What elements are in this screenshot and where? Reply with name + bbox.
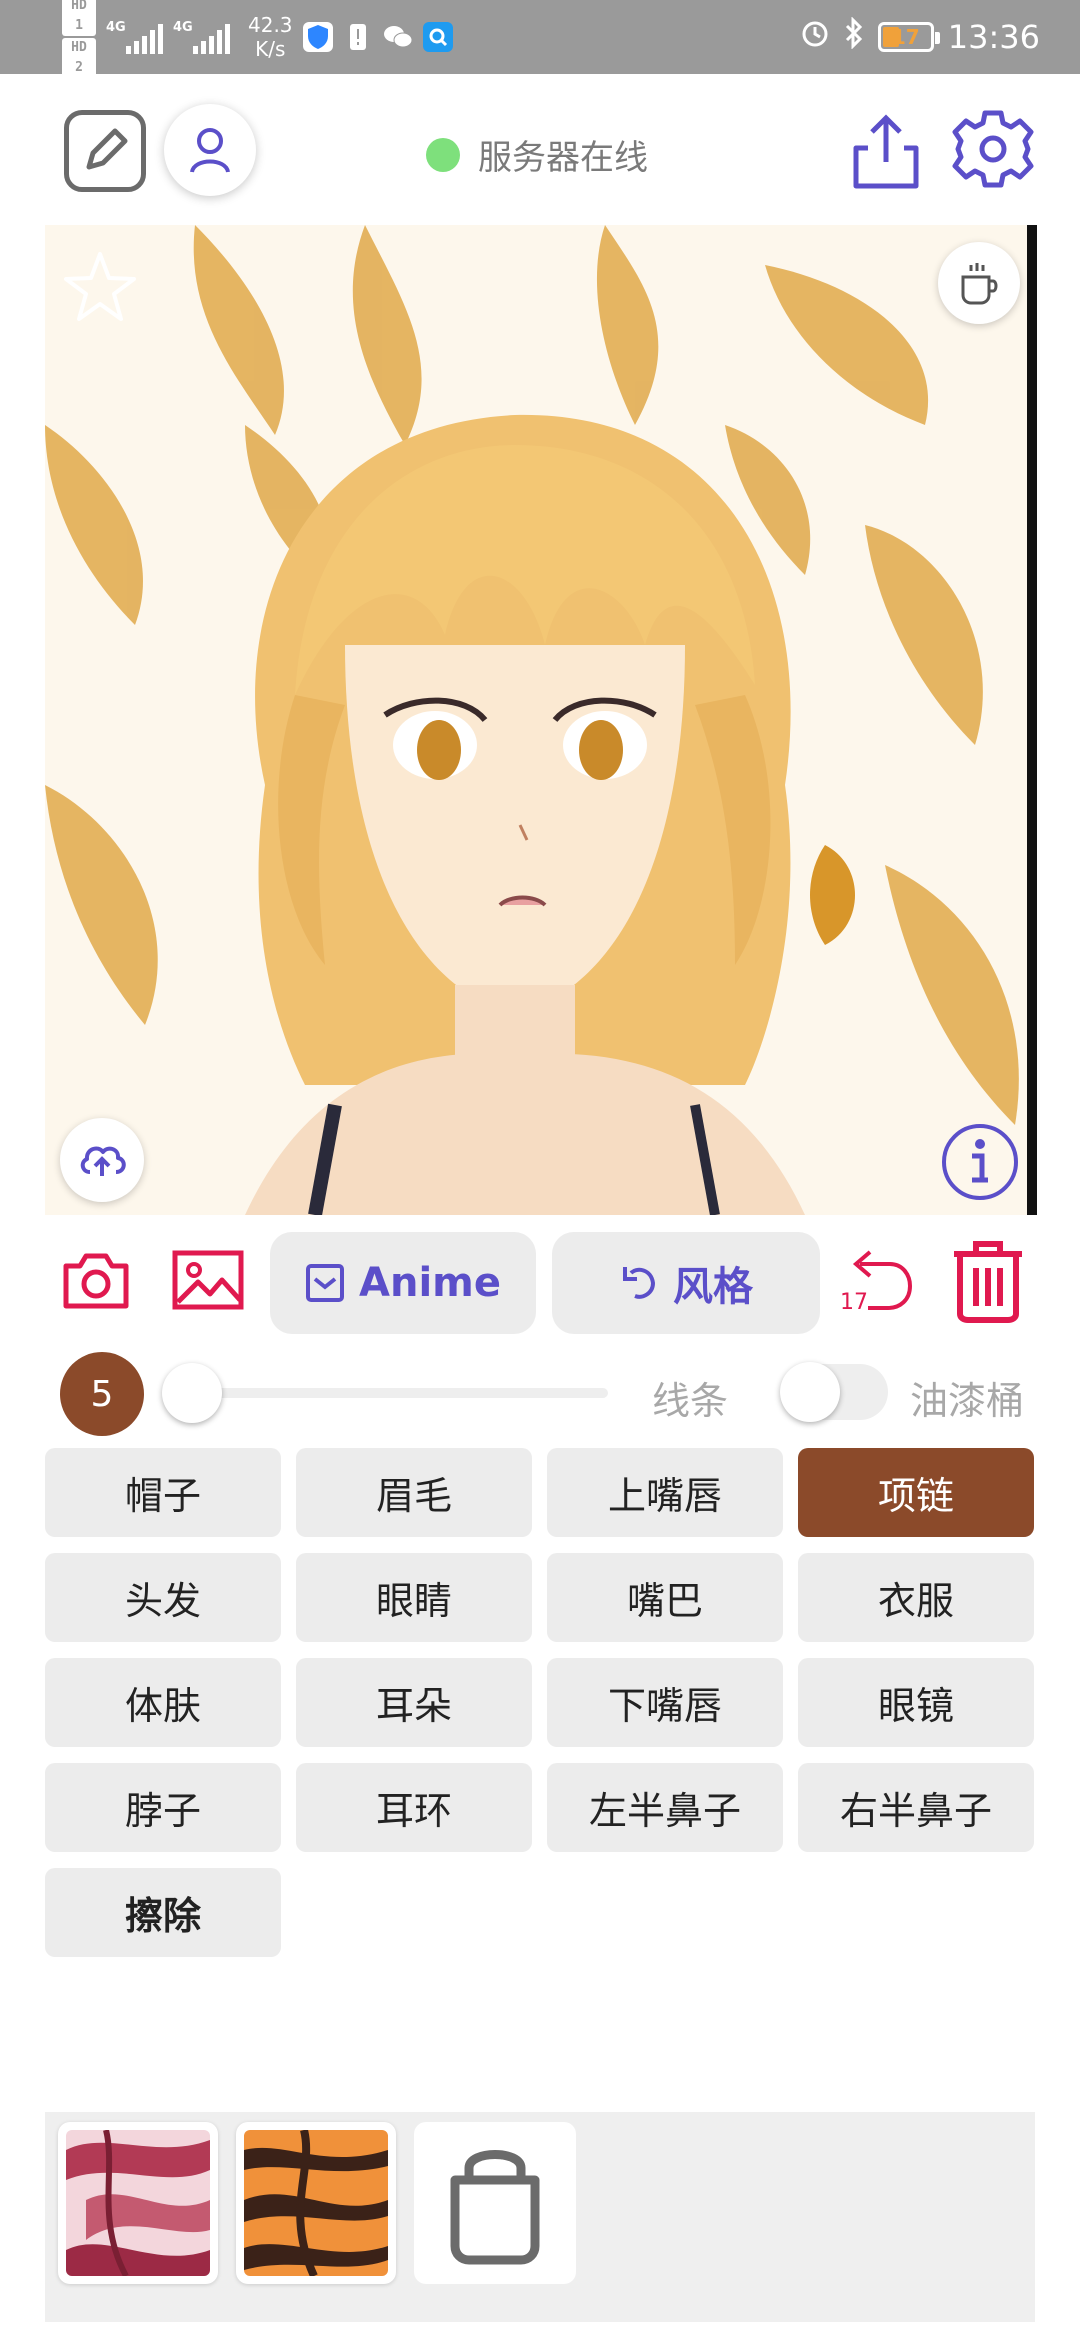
part-button-skin[interactable]: 体肤 [45,1658,281,1747]
user-icon [190,128,230,173]
share-icon [853,114,919,189]
cloud-upload-icon [80,1146,126,1176]
part-button-hair[interactable]: 头发 [45,1553,281,1642]
status-bar: HD 1 HD 2 4G 4G 42.3 K/s 17 13:36 [0,0,1080,78]
upload-button[interactable] [60,1118,144,1202]
server-status-label: 服务器在线 [478,138,648,178]
hd1-label: HD 1 [62,0,96,36]
paint-bucket-toggle[interactable] [780,1362,888,1422]
coffee-button[interactable] [938,242,1020,324]
line-mode-label: 线条 [652,1379,729,1423]
style-thumbnail-2 [244,2130,388,2276]
drawing-canvas[interactable] [45,225,1037,1215]
toggle-knob[interactable] [780,1362,840,1422]
signal-2-icon: 4G [173,20,230,54]
settings-button[interactable] [950,106,1036,192]
part-button-eyebrows[interactable]: 眉毛 [296,1448,532,1537]
style-thumbnail-1 [66,2130,210,2276]
part-button-erase[interactable]: 擦除 [45,1868,281,1957]
canvas-edge [1027,225,1037,1215]
part-button-upper-lip[interactable]: 上嘴唇 [547,1448,783,1537]
style-swatch-1[interactable] [58,2122,218,2284]
battery-level: 17 [891,25,920,49]
alert-icon [343,22,373,52]
part-button-necklace[interactable]: 项链 [798,1448,1034,1537]
part-button-lower-lip[interactable]: 下嘴唇 [547,1658,783,1747]
anime-label: Anime [359,1260,501,1306]
edit-sketch-button[interactable] [64,110,146,192]
hd2-label: HD 2 [62,38,96,78]
delete-button[interactable] [950,1240,1026,1324]
part-button-neck[interactable]: 脖子 [45,1763,281,1852]
part-selector-grid: 帽子 眉毛 上嘴唇 项链 头发 眼睛 嘴巴 衣服 体肤 耳朵 下嘴唇 眼镜 脖子… [45,1448,1035,1957]
part-button-hat[interactable]: 帽子 [45,1448,281,1537]
part-button-eyes[interactable]: 眼睛 [296,1553,532,1642]
battery-icon: 17 [877,22,940,52]
camera-icon [63,1253,129,1309]
part-button-earrings[interactable]: 耳环 [296,1763,532,1852]
gallery-button[interactable] [172,1250,244,1310]
share-button[interactable] [846,110,926,194]
shopping-bag-icon [450,2150,540,2265]
paint-bucket-label: 油漆桶 [910,1379,1025,1423]
style-label: 风格 [673,1264,753,1310]
speed-value: 42.3 [248,13,293,37]
search-app-icon [422,22,453,52]
checkbox-icon [306,1264,345,1302]
clock: 13:36 [947,18,1040,56]
info-button[interactable] [940,1122,1020,1202]
anime-portrait-image [45,225,1037,1215]
store-button[interactable] [414,2122,576,2284]
part-button-glasses[interactable]: 眼镜 [798,1658,1034,1747]
speed-unit: K/s [255,37,286,61]
coffee-cup-icon [961,263,998,305]
undo-count: 17 [840,1290,868,1315]
camera-button[interactable] [62,1250,130,1310]
part-button-ears[interactable]: 耳朵 [296,1658,532,1747]
star-icon [64,252,136,321]
part-button-mouth[interactable]: 嘴巴 [547,1553,783,1642]
network-speed: 42.3 K/s [248,13,293,61]
pen-icon [86,128,128,170]
bluetooth-icon [844,16,864,57]
brush-size-indicator: 5 [60,1352,144,1436]
shield-icon [302,22,333,52]
anime-mode-button[interactable]: Anime [270,1232,536,1334]
hd-indicator: HD 1 HD 2 [62,0,96,79]
gear-icon [952,110,1034,188]
user-button[interactable] [164,104,256,196]
part-button-right-nose[interactable]: 右半鼻子 [798,1763,1034,1852]
brush-size-slider-thumb[interactable] [162,1363,222,1423]
signal-1-icon: 4G [106,20,163,54]
refresh-icon [623,1267,656,1299]
style-swatch-2[interactable] [236,2122,396,2284]
online-dot-icon [426,137,460,172]
part-button-clothes[interactable]: 衣服 [798,1553,1034,1642]
part-button-left-nose[interactable]: 左半鼻子 [547,1763,783,1852]
style-button[interactable]: 风格 [552,1232,820,1334]
trash-icon [954,1241,1022,1323]
favorite-button[interactable] [60,248,140,328]
info-icon [942,1124,1018,1200]
brush-size-track[interactable] [190,1388,608,1398]
alarm-icon [800,18,830,56]
wechat-icon [383,22,413,52]
image-icon [172,1250,244,1310]
server-status: 服务器在线 [426,130,648,179]
